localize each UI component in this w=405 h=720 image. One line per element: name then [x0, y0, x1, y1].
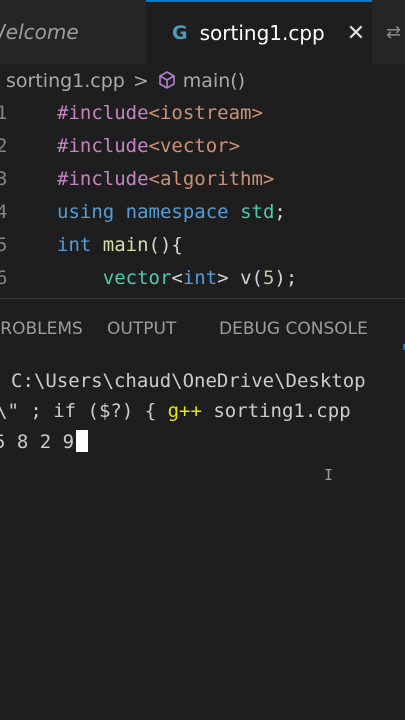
panel-tab-bar: PROBLEMS OUTPUT DEBUG CONSOLE [0, 299, 405, 359]
terminal-line: \" ; if ($?) { g++ sorting1.cpp [0, 400, 351, 422]
line-number: 2 [0, 135, 8, 157]
code-token: int [182, 267, 218, 289]
terminal-input: 5 8 2 9 [0, 431, 75, 453]
editor-tab-bar: Welcome G sorting1.cpp ✕ ⇄ [0, 0, 405, 64]
close-icon[interactable]: ✕ [347, 21, 365, 46]
terminal-command: g++ [167, 400, 202, 422]
code-token: ; [274, 201, 286, 223]
code-token: > v( [217, 267, 263, 289]
code-line[interactable]: 4 using namespace std; [0, 201, 405, 234]
mouse-ibeam-cursor-icon: I [324, 466, 334, 484]
code-line[interactable]: 3 #include<algorithm> [0, 168, 405, 201]
line-number: 6 [0, 267, 8, 289]
code-text: #include<iostream> [57, 102, 263, 124]
tab-welcome[interactable]: Welcome [0, 0, 146, 64]
code-token: main [102, 234, 149, 256]
terminal-line: 5 8 2 9 [0, 430, 89, 453]
code-token: <algorithm> [148, 168, 275, 190]
cpp-file-icon: G [172, 22, 188, 44]
chevron-right-icon: > [132, 70, 149, 92]
code-line[interactable]: 6 vector<int> v(5); [0, 267, 405, 298]
tab-welcome-label: Welcome [0, 20, 79, 44]
code-text: #include<algorithm> [57, 168, 274, 190]
code-text: int main(){ [57, 234, 183, 256]
code-token: #include [57, 102, 149, 124]
tab-sorting1-cpp[interactable]: G sorting1.cpp ✕ [146, 0, 372, 64]
code-line[interactable]: 2 #include<vector> [0, 135, 405, 168]
code-text: vector<int> v(5); [57, 267, 298, 289]
breadcrumb-file[interactable]: sorting1.cpp [6, 70, 125, 92]
breadcrumb: sorting1.cpp > main() [0, 64, 405, 98]
code-editor[interactable]: 1 #include<iostream> 2 #include<vector> 3 #in… [0, 100, 405, 298]
breadcrumb-symbol[interactable]: main() [183, 70, 245, 92]
line-number: 1 [0, 102, 8, 124]
tab-output[interactable]: OUTPUT [107, 319, 176, 339]
code-token: 5 [262, 267, 275, 289]
code-text: using namespace std; [57, 201, 286, 223]
line-number: 4 [0, 201, 8, 223]
code-token: (){ [148, 234, 183, 256]
terminal-cursor [76, 430, 89, 452]
line-number: 5 [0, 234, 8, 256]
code-token: <iostream> [148, 102, 263, 124]
split-editor-icon[interactable]: ⇄ [386, 0, 401, 64]
symbol-method-icon [157, 70, 177, 92]
code-token: int [57, 234, 92, 256]
terminal-text: \" ; if ($?) { [0, 400, 168, 422]
tab-problems[interactable]: PROBLEMS [0, 319, 83, 339]
code-line[interactable]: 1 #include<iostream> [0, 102, 405, 135]
terminal-text: sorting1.cpp [201, 400, 351, 422]
code-token: <vector> [148, 135, 241, 157]
terminal-line: C:\Users\chaud\OneDrive\Desktop [11, 370, 366, 392]
tab-debug-console[interactable]: DEBUG CONSOLE [219, 319, 368, 339]
code-token: ); [274, 267, 298, 289]
code-token: std [240, 201, 275, 223]
code-line[interactable]: 5 int main(){ [0, 234, 405, 267]
code-token: #include [57, 135, 149, 157]
code-text: #include<vector> [57, 135, 240, 157]
code-token: namespace [125, 201, 229, 223]
terminal[interactable]: C:\Users\chaud\OneDrive\Desktop \" ; if … [0, 360, 405, 720]
code-token: < [171, 267, 183, 289]
tab-active-label: sorting1.cpp [199, 21, 325, 45]
code-token: vector [102, 267, 172, 289]
code-token: #include [57, 168, 149, 190]
line-number: 3 [0, 168, 8, 190]
code-token: using [57, 201, 115, 223]
